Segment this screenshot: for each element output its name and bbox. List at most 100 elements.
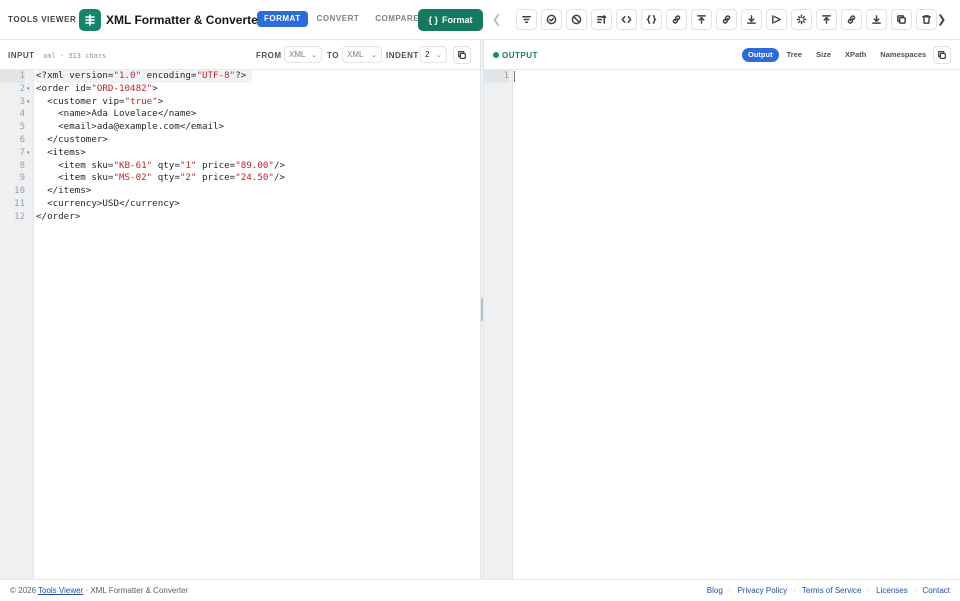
indent-select[interactable]: 2 ⌄ [420,46,447,63]
code-line: <customer vip="true"> [36,95,164,107]
input-editor[interactable]: 1 2 3 4 5 6 7 8 9 10 11 12 ▾ ▾ ▾ <?xml version="1.0" … [0,70,480,579]
line-number: 4 [19,109,25,120]
output-panel-header: OUTPUT Output Tree Size XPath Namespaces [484,40,960,70]
fold-toggle-icon[interactable]: ▾ [27,147,30,160]
input-panel-header: INPUT xml · 313 chars FROM XML ⌄ TO XML ⌄ … [0,40,480,70]
tab-format[interactable]: FORMAT [257,11,308,27]
mode-tabs: FORMAT CONVERT COMPARE [257,11,426,29]
line-number: 10 [14,186,25,197]
ban-icon[interactable] [566,9,587,30]
send-icon[interactable] [766,9,787,30]
toolbar [516,9,937,30]
input-char-count: xml · 313 chars [43,52,107,60]
fold-toggle-icon[interactable]: ▾ [27,83,30,96]
link-icon[interactable] [666,9,687,30]
to-label: TO [327,51,339,60]
copy-icon[interactable] [891,9,912,30]
code-line: <order id="ORD-10482"> [36,82,158,94]
sparkle-icon[interactable] [791,9,812,30]
output-view-tabs: Output Tree Size XPath Namespaces [742,48,932,62]
line-number: 1 [484,70,509,83]
code-line: <item sku="MS-02" qty="2" price="24.50"/… [36,172,286,184]
code-line: <email>ada@example.com</email> [36,121,225,133]
footer-copyright: © 2026 Tools Viewer · XML Formatter & Co… [10,586,189,595]
braces-icon: { } [428,15,438,25]
code-line: </customer> [36,133,108,145]
code-line: <items> [36,146,86,158]
top-bar: TOOLS VIEWER XML Formatter & Converter F… [0,0,960,40]
input-gutter: 1 2 3 4 5 6 7 8 9 10 11 12 ▾ ▾ ▾ [0,70,34,579]
tab-namespaces[interactable]: Namespaces [874,48,932,62]
fold-toggle-icon[interactable]: ▾ [27,96,30,109]
line-number: 12 [14,211,25,222]
line-number: 2 [19,83,25,94]
format-button[interactable]: { } Format [418,9,483,31]
from-format-select[interactable]: XML ⌄ [284,46,322,63]
line-number: 7 [19,147,25,158]
download-icon[interactable] [866,9,887,30]
footer-link-licenses[interactable]: Licenses [876,586,908,595]
footer-link-terms[interactable]: Terms of Service [802,586,862,595]
footer: © 2026 Tools Viewer · XML Formatter & Co… [0,579,960,601]
copy-icon [458,51,466,59]
code-line: <?xml version="1.0" encoding="UTF-8"?> [36,70,252,83]
line-number: 1 [0,70,25,83]
copy-output-button[interactable] [933,46,951,64]
link-icon[interactable] [716,9,737,30]
upload-icon[interactable] [816,9,837,30]
output-editor[interactable]: 1 [484,70,960,579]
code-line: <currency>USD</currency> [36,197,180,209]
chevron-down-icon: ⌄ [371,51,377,59]
output-gutter: 1 [484,70,513,579]
trash-icon[interactable] [916,9,937,30]
output-status-dot [493,52,499,58]
app-logo-icon [79,9,101,31]
from-label: FROM [256,51,282,60]
json-braces-icon[interactable] [641,9,662,30]
upload-icon[interactable] [691,9,712,30]
line-number: 8 [19,160,25,171]
output-line-numbers: 1 [484,70,509,83]
tab-xpath[interactable]: XPath [839,48,872,62]
tab-tree[interactable]: Tree [781,48,808,62]
tab-output[interactable]: Output [742,48,779,62]
line-number: 11 [14,198,25,209]
indent-label: INDENT [386,51,419,60]
tab-size[interactable]: Size [810,48,837,62]
toolbar-scroll-left-icon[interactable]: ❮ [492,12,502,28]
splitter-handle[interactable] [481,298,483,321]
footer-link-blog[interactable]: Blog [707,586,723,595]
line-number: 6 [19,134,25,145]
tab-convert[interactable]: CONVERT [310,11,367,27]
code-line: </items> [36,185,92,197]
footer-link-privacy[interactable]: Privacy Policy [737,586,787,595]
link-icon[interactable] [841,9,862,30]
toolbar-scroll-right-icon[interactable]: ❯ [937,12,947,28]
footer-link-contact[interactable]: Contact [922,586,950,595]
code-line: <item sku="KB-61" qty="1" price="89.00"/… [36,159,286,171]
app-title: XML Formatter & Converter [106,13,263,27]
minify-code-icon[interactable] [616,9,637,30]
chevron-down-icon: ⌄ [436,51,442,59]
download-icon[interactable] [741,9,762,30]
input-line-numbers: 1 2 3 4 5 6 7 8 9 10 11 12 [0,70,25,224]
input-code[interactable]: <?xml version="1.0" encoding="UTF-8"?> <o… [36,70,285,224]
input-label: INPUT [8,51,35,60]
footer-site-link[interactable]: Tools Viewer [38,586,83,595]
format-button-label: Format [442,15,473,25]
to-format-select[interactable]: XML ⌄ [342,46,382,63]
output-label: OUTPUT [502,51,538,60]
sort-icon[interactable] [591,9,612,30]
chevron-down-icon: ⌄ [311,51,317,59]
code-line: </order> [36,210,81,222]
line-number: 5 [19,122,25,133]
line-number: 9 [19,173,25,184]
validate-check-icon[interactable] [541,9,562,30]
text-cursor [514,71,515,82]
footer-links: Blog · Privacy Policy · Terms of Service · … [706,586,950,595]
copy-input-button[interactable] [453,46,471,64]
filter-icon[interactable] [516,9,537,30]
copy-icon [938,51,946,59]
code-line: <name>Ada Lovelace</name> [36,108,197,120]
site-brand[interactable]: TOOLS VIEWER [8,15,76,24]
